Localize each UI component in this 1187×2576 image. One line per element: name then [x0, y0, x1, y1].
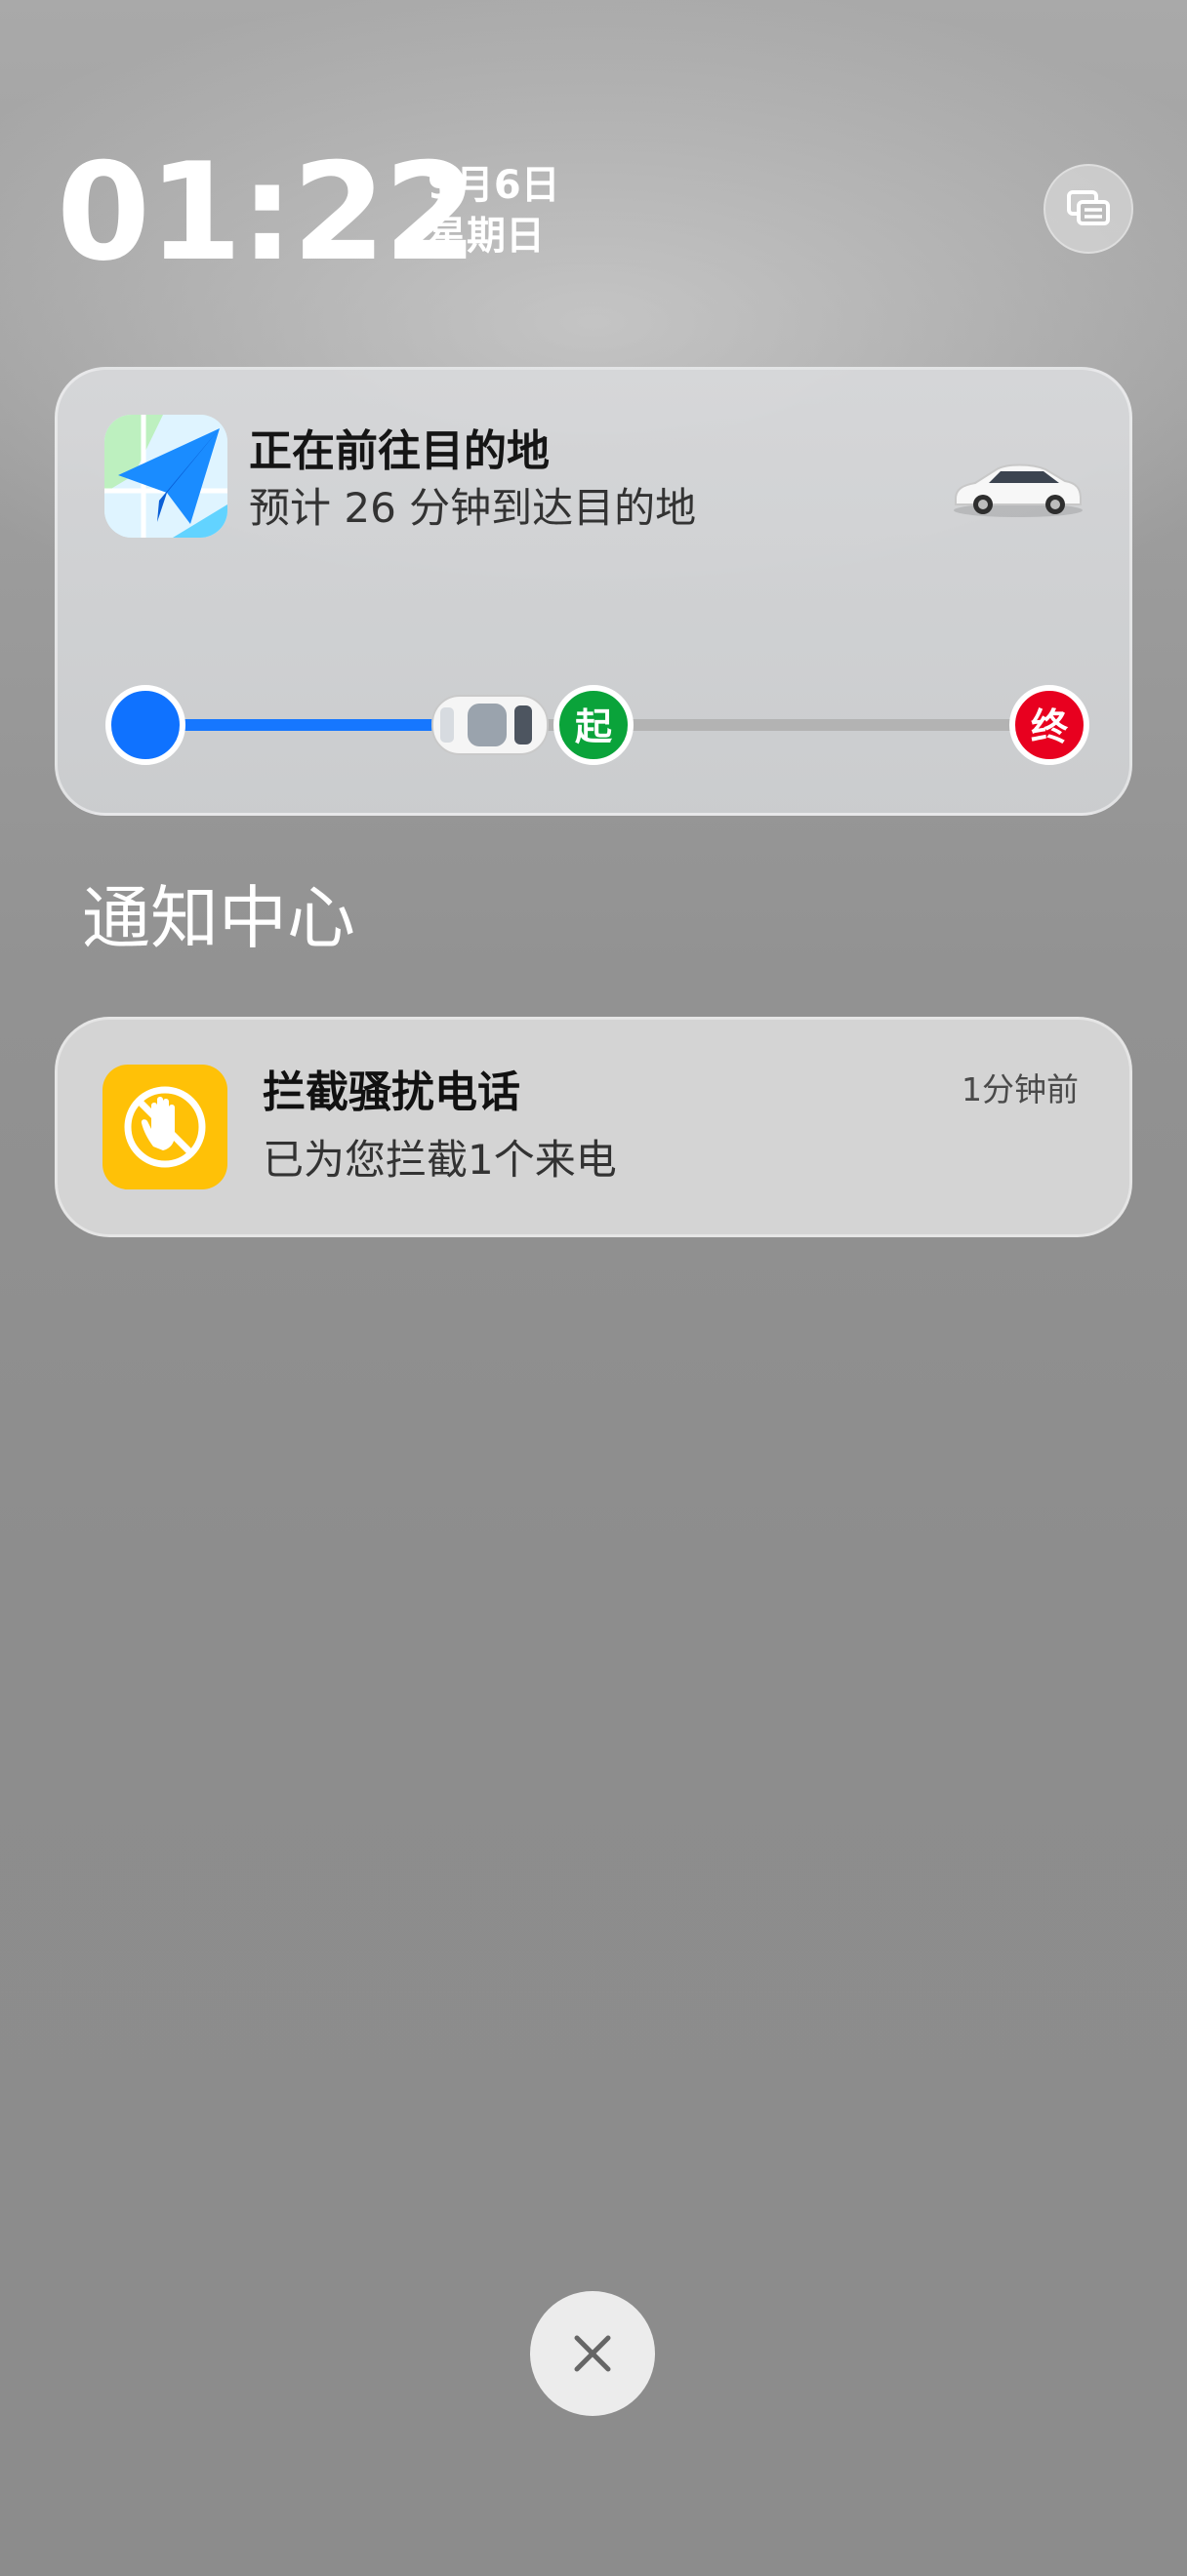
notification-title: 拦截骚扰电话 [263, 1067, 520, 1117]
notification-stack-button[interactable] [1044, 164, 1133, 254]
lock-clock: 01:22 [57, 134, 477, 291]
notification-time: 1分钟前 [962, 1070, 1079, 1108]
close-icon [574, 2335, 611, 2372]
notification-body: 已为您拦截1个来电 [263, 1136, 617, 1184]
route-progress: 起 终 [105, 685, 1089, 765]
block-hand-icon [124, 1086, 206, 1168]
block-call-app-icon [102, 1065, 227, 1189]
current-location-dot [105, 685, 185, 765]
close-button[interactable] [530, 2291, 655, 2416]
notification-center-title: 通知中心 [82, 878, 355, 958]
navigation-card[interactable]: 正在前往目的地 预计 26 分钟到达目的地 起 终 [55, 367, 1132, 816]
end-marker-label: 终 [1031, 705, 1069, 748]
date-block: 9月6日 星期日 [428, 160, 560, 262]
start-marker-label: 起 [575, 705, 613, 748]
date-text: 9月6日 [428, 163, 560, 208]
notification-stack-icon [1067, 190, 1110, 225]
weekday-text: 星期日 [428, 214, 545, 259]
route-car-icon [431, 695, 549, 755]
notification-card[interactable]: 拦截骚扰电话 已为您拦截1个来电 1分钟前 [55, 1017, 1132, 1237]
